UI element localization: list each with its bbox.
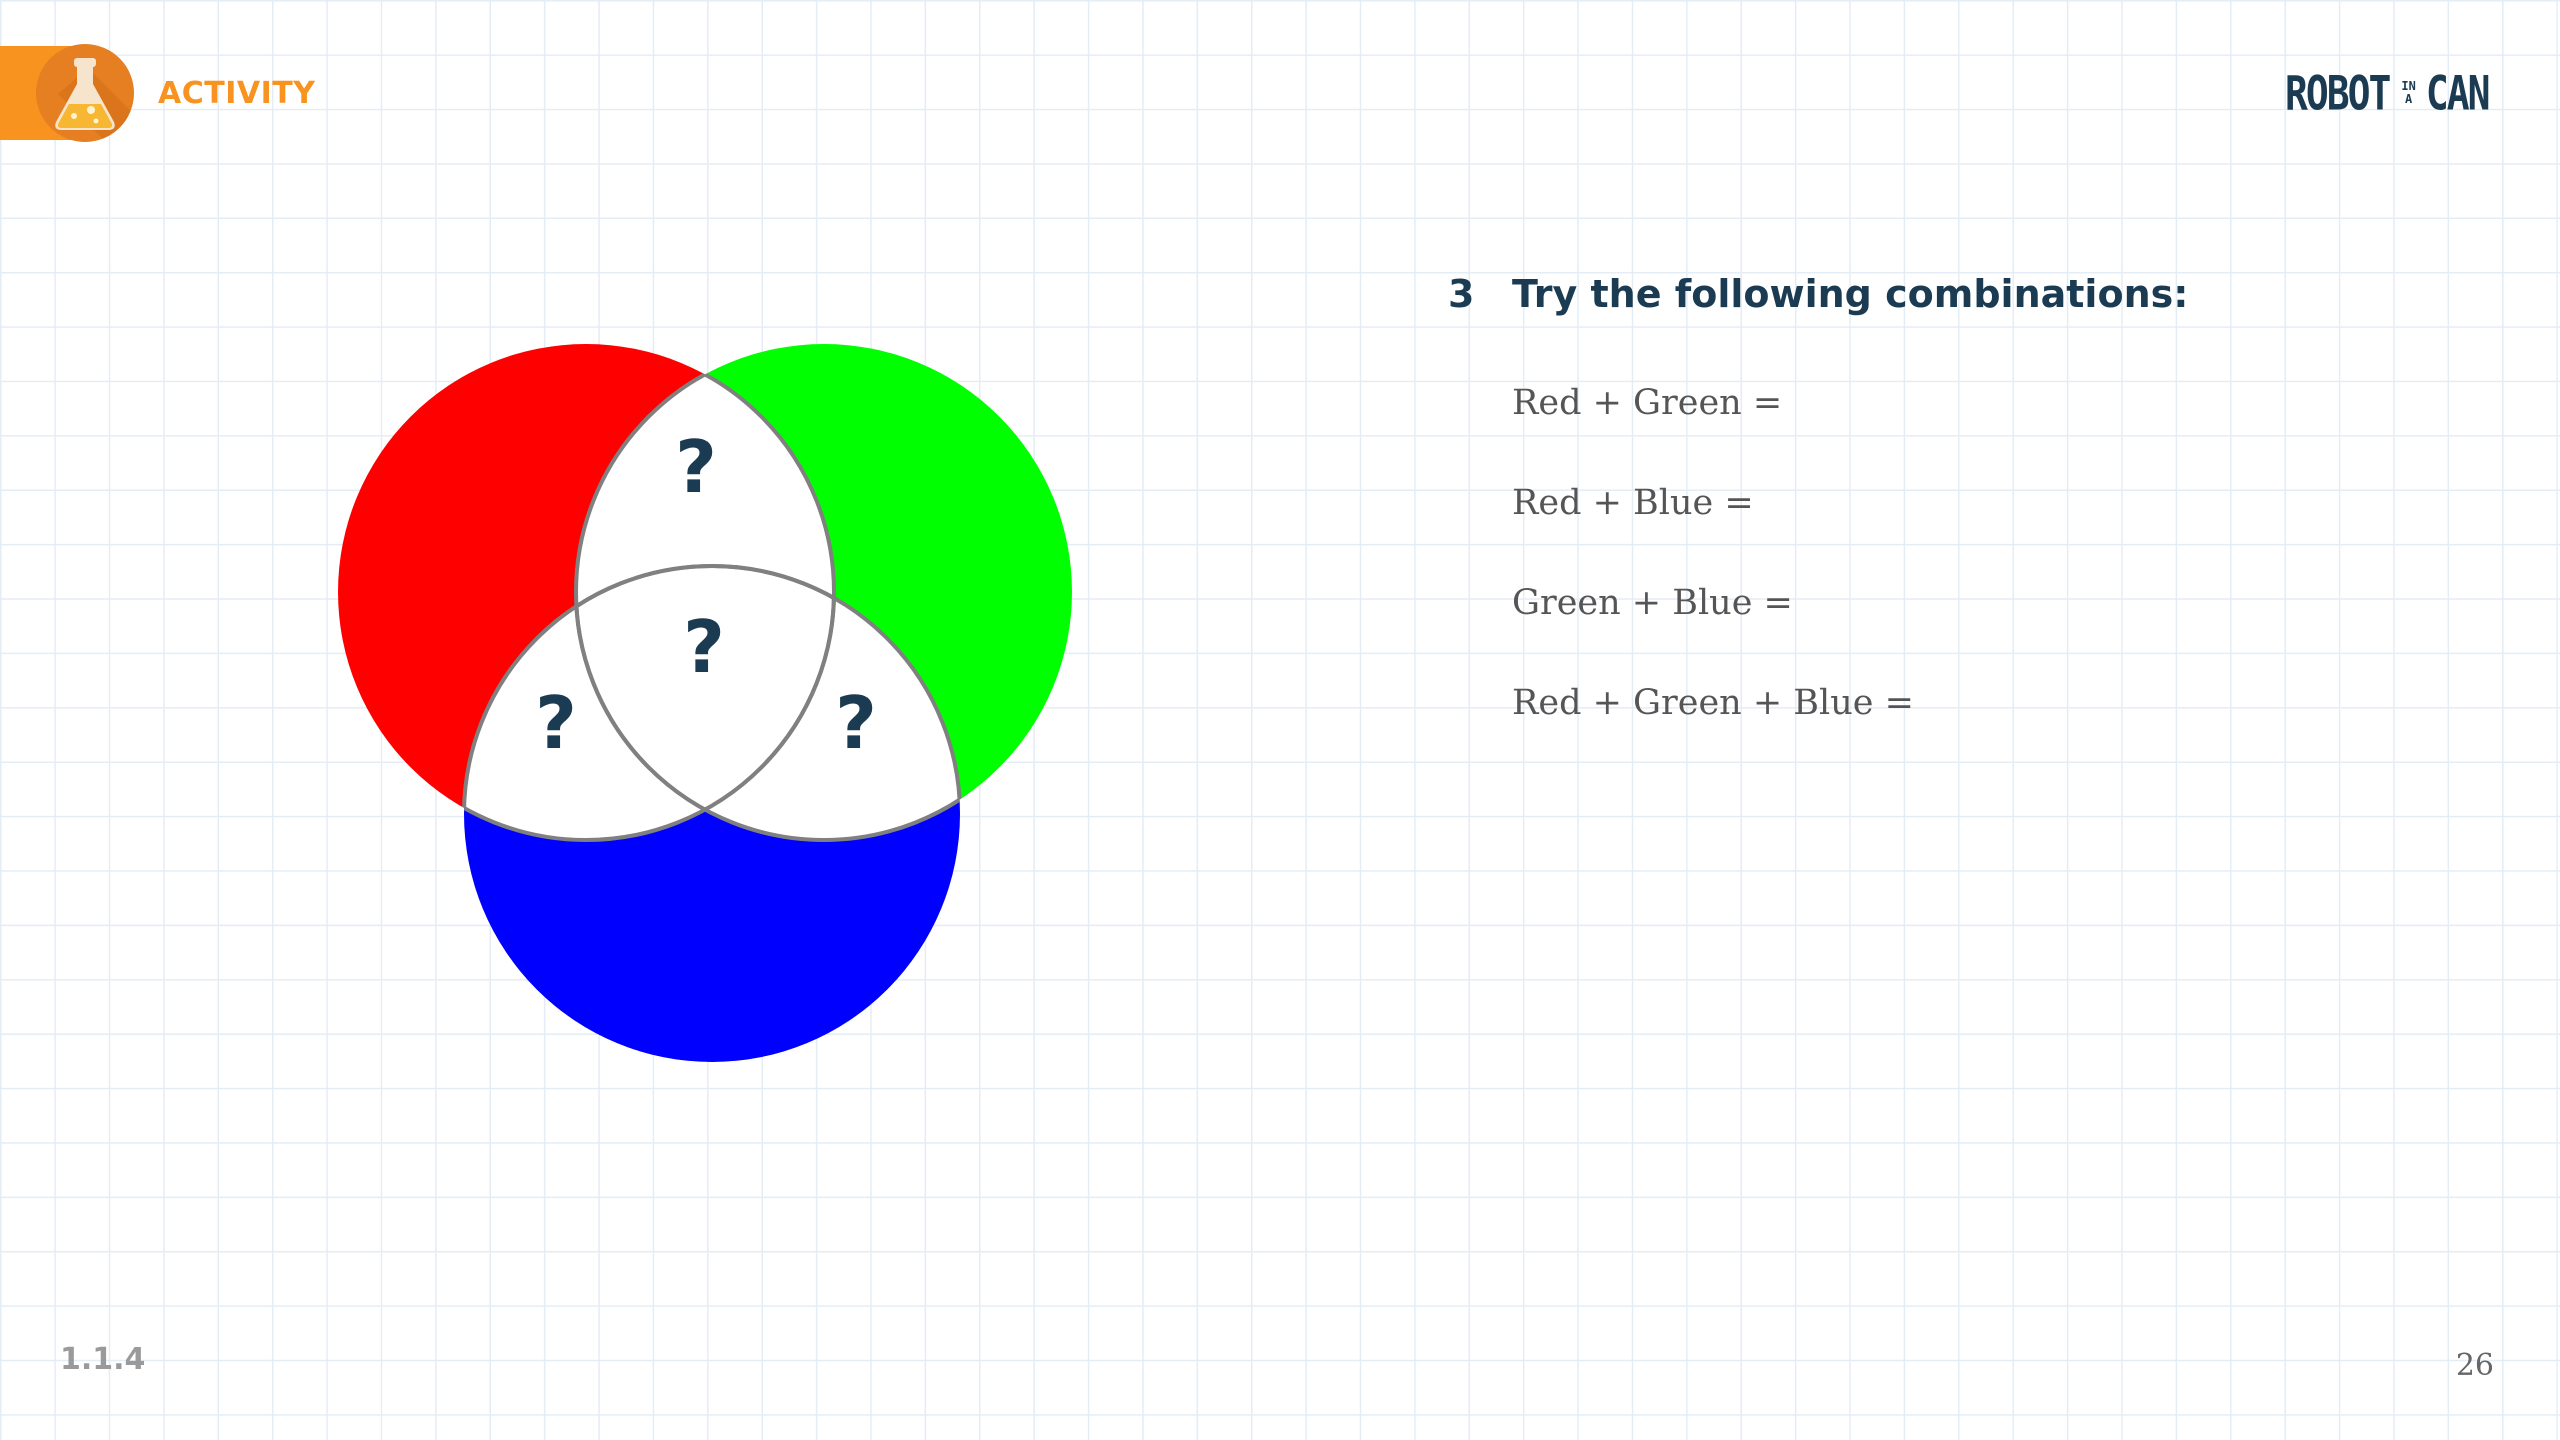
section-code: 1.1.4 — [60, 1342, 146, 1377]
question-mark-red-green: ? — [675, 425, 717, 509]
logo-word-robot: ROBOT — [2285, 65, 2391, 121]
question-mark-red-blue: ? — [535, 681, 577, 765]
flask-icon — [36, 44, 134, 142]
rgb-venn-diagram: ? ? ? ? — [338, 344, 1072, 1062]
step-number: 3 — [1448, 272, 1475, 316]
combination-red-blue: Red + Blue = — [1512, 483, 1754, 523]
question-mark-green-blue: ? — [835, 681, 877, 765]
logo-small-bottom: A — [2405, 92, 2413, 106]
robot-in-a-can-logo: ROBOT IN A CAN — [2285, 65, 2491, 121]
activity-label: ACTIVITY — [158, 76, 316, 111]
step-heading: Try the following combinations: — [1512, 272, 2189, 316]
question-mark-center: ? — [683, 605, 725, 689]
logo-word-can: CAN — [2425, 65, 2491, 121]
logo-small-words: IN A — [2401, 80, 2415, 106]
combination-list: Red + Green = Red + Blue = Green + Blue … — [1512, 378, 1914, 778]
page-number: 26 — [2455, 1348, 2494, 1383]
combination-red-green: Red + Green = — [1512, 383, 1783, 423]
combination-green-blue: Green + Blue = — [1512, 583, 1793, 623]
combination-red-green-blue: Red + Green + Blue = — [1512, 683, 1914, 723]
